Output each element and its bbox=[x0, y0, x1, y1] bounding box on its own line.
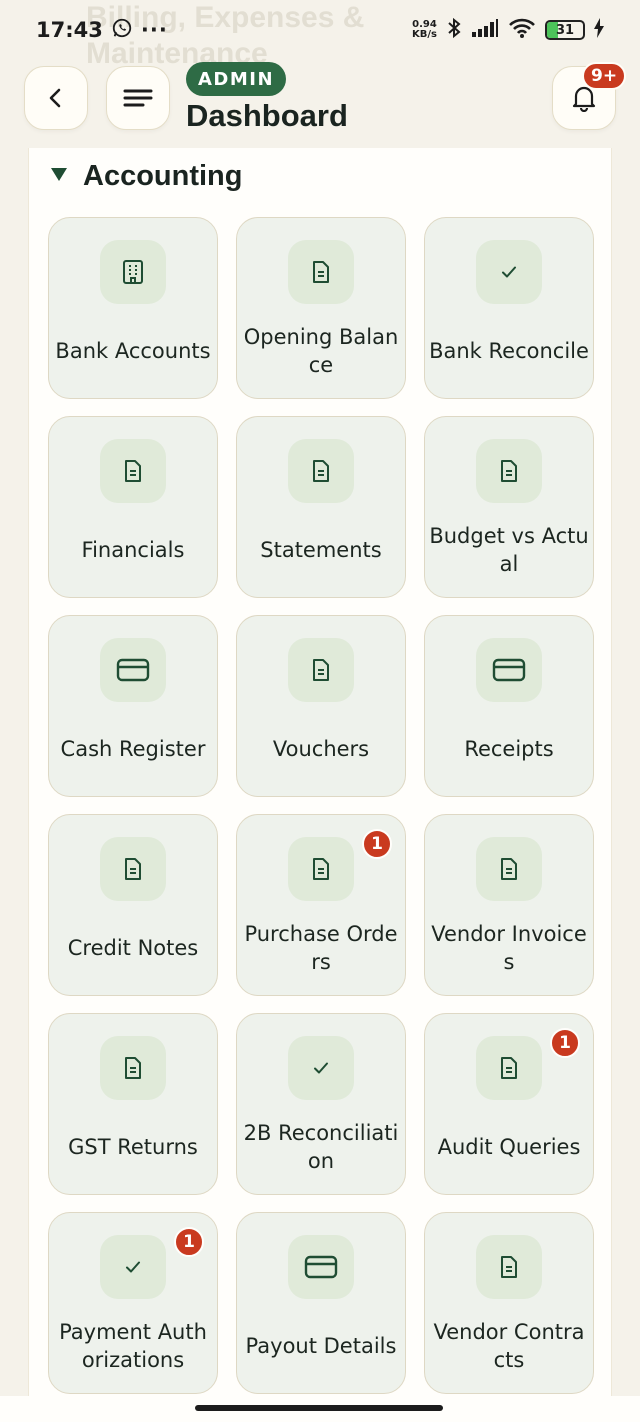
tile-label: Purchase Orders bbox=[244, 921, 398, 974]
accounting-panel: Accounting Bank Accounts Opening Balance B… bbox=[28, 148, 612, 1422]
tile-label: Financials bbox=[81, 537, 185, 562]
document-icon bbox=[288, 439, 354, 503]
back-button[interactable] bbox=[24, 66, 88, 130]
menu-icon bbox=[123, 89, 153, 107]
tile-label: Vendor Contracts bbox=[433, 1319, 585, 1372]
status-time: 17:43 bbox=[36, 18, 103, 42]
tile-opening-balance[interactable]: Opening Balance bbox=[236, 217, 406, 399]
tile-label: Payment Authorizations bbox=[59, 1319, 207, 1372]
chevron-left-icon bbox=[49, 88, 61, 108]
tile-label: GST Returns bbox=[68, 1134, 198, 1159]
wifi-icon bbox=[508, 17, 536, 44]
battery-icon: 31 bbox=[545, 20, 585, 40]
status-bar: 17:43 ··· 0.94 KB/s 31 bbox=[0, 0, 640, 60]
tile-budget-vs-actual[interactable]: Budget vs Actual bbox=[424, 416, 594, 598]
document-icon bbox=[100, 439, 166, 503]
card-icon bbox=[476, 638, 542, 702]
tile-purchase-orders[interactable]: Purchase Orders 1 bbox=[236, 814, 406, 996]
tile-label: Payout Details bbox=[245, 1333, 397, 1358]
tile-bank-reconcile[interactable]: Bank Reconcile bbox=[424, 217, 594, 399]
whatsapp-icon bbox=[111, 17, 133, 44]
tile-cash-register[interactable]: Cash Register bbox=[48, 615, 218, 797]
tile-payment-authorizations[interactable]: Payment Authorizations 1 bbox=[48, 1212, 218, 1394]
page-title: Dashboard bbox=[186, 98, 348, 133]
document-icon bbox=[476, 837, 542, 901]
network-speed: 0.94 KB/s bbox=[412, 19, 437, 40]
document-icon bbox=[100, 837, 166, 901]
check-icon bbox=[476, 240, 542, 304]
tile-label: Bank Reconcile bbox=[429, 338, 589, 363]
tile-vendor-invoices[interactable]: Vendor Invoices bbox=[424, 814, 594, 996]
tile-2b-reconciliation[interactable]: 2B Reconciliation bbox=[236, 1013, 406, 1195]
tile-financials[interactable]: Financials bbox=[48, 416, 218, 598]
document-icon bbox=[476, 439, 542, 503]
tile-vouchers[interactable]: Vouchers bbox=[236, 615, 406, 797]
tile-bank-accounts[interactable]: Bank Accounts bbox=[48, 217, 218, 399]
tile-label: Audit Queries bbox=[437, 1134, 581, 1159]
notification-count-badge: 9+ bbox=[582, 62, 627, 90]
header: ADMIN Dashboard bbox=[0, 60, 640, 148]
document-icon bbox=[288, 638, 354, 702]
check-icon bbox=[100, 1235, 166, 1299]
signal-icon bbox=[471, 18, 499, 43]
tile-payout-details[interactable]: Payout Details bbox=[236, 1212, 406, 1394]
tile-gst-returns[interactable]: GST Returns bbox=[48, 1013, 218, 1195]
document-icon bbox=[288, 240, 354, 304]
tile-vendor-contracts[interactable]: Vendor Contracts bbox=[424, 1212, 594, 1394]
tile-label: Vouchers bbox=[272, 736, 370, 761]
collapse-triangle-icon bbox=[51, 168, 67, 181]
tile-label: Vendor Invoices bbox=[431, 921, 587, 974]
tile-label: Budget vs Actual bbox=[429, 523, 589, 576]
document-icon bbox=[476, 1235, 542, 1299]
card-icon bbox=[100, 638, 166, 702]
count-badge: 1 bbox=[174, 1227, 204, 1257]
tile-label: Bank Accounts bbox=[55, 338, 211, 363]
building-icon bbox=[100, 240, 166, 304]
document-icon bbox=[100, 1036, 166, 1100]
tile-audit-queries[interactable]: Audit Queries 1 bbox=[424, 1013, 594, 1195]
section-toggle[interactable]: Accounting bbox=[51, 160, 243, 193]
tile-receipts[interactable]: Receipts bbox=[424, 615, 594, 797]
tile-credit-notes[interactable]: Credit Notes bbox=[48, 814, 218, 996]
document-icon bbox=[476, 1036, 542, 1100]
menu-button[interactable] bbox=[106, 66, 170, 130]
tile-label: Credit Notes bbox=[67, 935, 199, 960]
bluetooth-icon bbox=[446, 16, 462, 45]
count-badge: 1 bbox=[550, 1028, 580, 1058]
tile-label: 2B Reconciliation bbox=[243, 1120, 399, 1173]
tile-statements[interactable]: Statements bbox=[236, 416, 406, 598]
tile-label: Receipts bbox=[464, 736, 554, 761]
tile-label: Opening Balance bbox=[243, 324, 399, 377]
home-indicator[interactable] bbox=[195, 1405, 443, 1411]
tile-label: Statements bbox=[260, 537, 382, 562]
module-grid: Bank Accounts Opening Balance Bank Reconci… bbox=[48, 217, 594, 1394]
charging-icon bbox=[594, 17, 604, 43]
role-badge: ADMIN bbox=[186, 62, 287, 96]
section-title: Accounting bbox=[83, 160, 243, 192]
more-notifications-icon: ··· bbox=[140, 18, 168, 42]
check-icon bbox=[288, 1036, 354, 1100]
document-icon bbox=[288, 837, 354, 901]
tile-label: Cash Register bbox=[60, 736, 206, 761]
count-badge: 1 bbox=[362, 829, 392, 859]
card-icon bbox=[288, 1235, 354, 1299]
